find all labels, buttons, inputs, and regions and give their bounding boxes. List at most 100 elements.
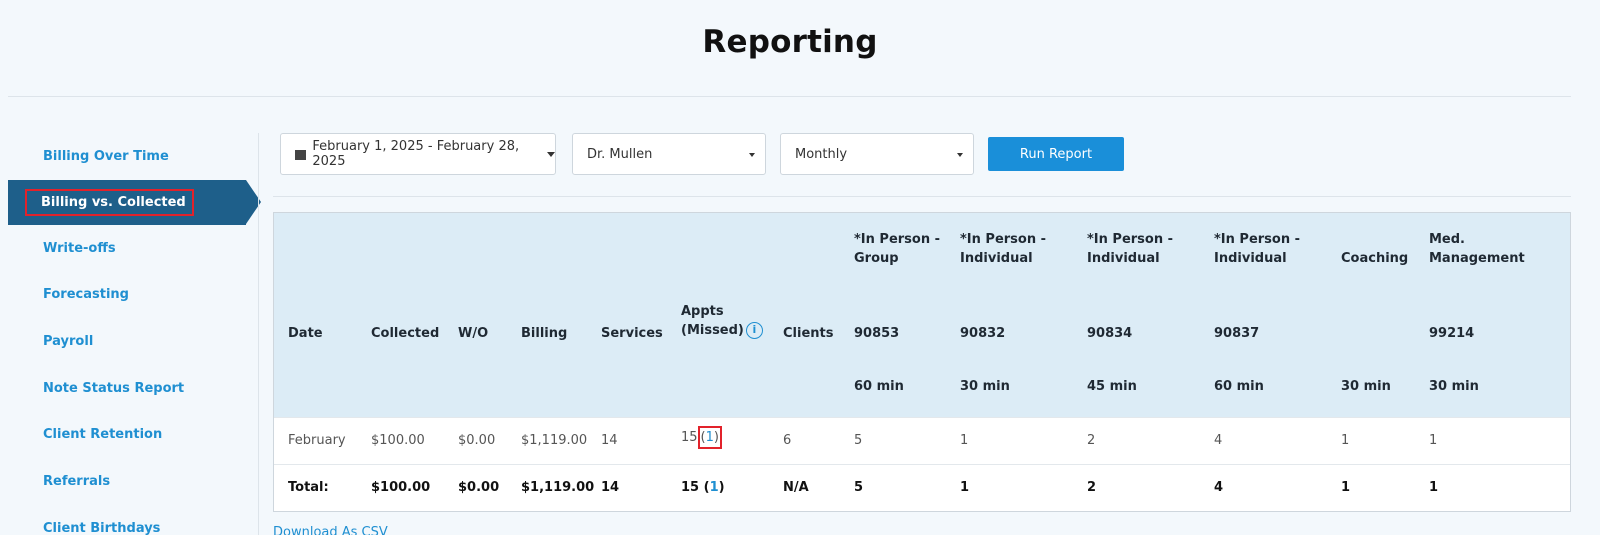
col-header-services: Services bbox=[601, 326, 663, 341]
table-row: February $100.00 $0.00 $1,119.00 14 15 (1… bbox=[274, 417, 1570, 464]
chevron-down-icon bbox=[957, 153, 963, 157]
cell-appts: 15 (1) bbox=[681, 426, 722, 449]
service-name-line1: *In Person - bbox=[854, 232, 941, 247]
cell-service: 2 bbox=[1087, 433, 1096, 448]
provider-value: Dr. Mullen bbox=[587, 146, 653, 162]
service-duration: 60 min bbox=[1214, 379, 1264, 394]
col-header-service-90853: *In Person - Group bbox=[854, 230, 940, 268]
cell-service: 5 bbox=[854, 433, 863, 448]
title-divider bbox=[8, 96, 1571, 97]
appts-count: 15 bbox=[681, 480, 700, 495]
service-code: 90853 bbox=[854, 326, 900, 341]
sidebar-item-write-offs[interactable]: Write-offs bbox=[8, 225, 260, 272]
service-name-line2: Individual bbox=[960, 251, 1033, 266]
cell-services: 14 bbox=[601, 433, 618, 448]
sidebar-item-billing-over-time[interactable]: Billing Over Time bbox=[8, 133, 260, 180]
sidebar-item-note-status-report[interactable]: Note Status Report bbox=[8, 365, 260, 412]
page-title: Reporting bbox=[702, 24, 878, 60]
cell-service: 4 bbox=[1214, 433, 1223, 448]
col-header-service-90834: *In Person - Individual bbox=[1087, 230, 1173, 268]
service-code: 90832 bbox=[960, 326, 1006, 341]
info-icon[interactable]: i bbox=[745, 322, 763, 339]
cell-clients: 6 bbox=[783, 433, 792, 448]
run-report-button[interactable]: Run Report bbox=[988, 137, 1124, 171]
service-name-line1: *In Person - bbox=[1214, 232, 1301, 247]
col-header-service-90832: *In Person - Individual bbox=[960, 230, 1046, 268]
sidebar-item-billing-vs-collected[interactable]: Billing vs. Collected bbox=[8, 179, 261, 225]
total-service: 4 bbox=[1214, 480, 1224, 495]
total-collected: $100.00 bbox=[371, 480, 431, 495]
sidebar-item-label: Billing Over Time bbox=[43, 148, 169, 164]
service-duration: 30 min bbox=[1341, 379, 1391, 394]
col-header-clients: Clients bbox=[783, 326, 834, 341]
cell-wo: $0.00 bbox=[458, 433, 496, 448]
sidebar-item-forecasting[interactable]: Forecasting bbox=[8, 271, 260, 318]
missed-count[interactable]: 1 bbox=[710, 480, 719, 495]
chevron-down-icon bbox=[749, 153, 755, 157]
service-name-line2: Individual bbox=[1087, 251, 1160, 266]
sidebar-item-label: Client Retention bbox=[43, 427, 163, 443]
period-value: Monthly bbox=[795, 146, 848, 162]
total-label: Total: bbox=[288, 480, 329, 495]
cell-service: 1 bbox=[1341, 433, 1350, 448]
service-name-line1: *In Person - bbox=[960, 232, 1047, 247]
sidebar-item-label: Note Status Report bbox=[43, 380, 185, 396]
table-header: Date Collected W/O Billing Services Appt… bbox=[274, 213, 1570, 417]
service-name-line2: Management bbox=[1429, 251, 1525, 266]
total-billing: $1,119.00 bbox=[521, 480, 595, 495]
service-name-line2: Group bbox=[854, 251, 899, 266]
period-select[interactable]: Monthly bbox=[780, 133, 974, 175]
col-header-service-99214: Med. Management bbox=[1429, 230, 1525, 268]
col-header-billing: Billing bbox=[521, 326, 568, 341]
sidebar-item-client-retention[interactable]: Client Retention bbox=[8, 411, 260, 458]
service-duration: 60 min bbox=[854, 379, 904, 394]
date-range-value: February 1, 2025 - February 28, 2025 bbox=[312, 139, 520, 169]
cell-date: February bbox=[288, 433, 346, 448]
missed-count: 1 bbox=[705, 430, 714, 445]
service-duration: 30 min bbox=[960, 379, 1010, 394]
download-csv-link[interactable]: Download As CSV bbox=[273, 525, 388, 535]
service-duration: 30 min bbox=[1429, 379, 1479, 394]
sidebar-item-label: Billing vs. Collected bbox=[25, 188, 194, 216]
missed-label: (Missed) bbox=[681, 323, 744, 338]
sidebar-item-client-birthdays[interactable]: Client Birthdays bbox=[8, 505, 260, 535]
missed-appts-link[interactable]: (1) bbox=[697, 426, 722, 449]
report-sidebar: Billing Over Time Billing vs. Collected … bbox=[8, 133, 261, 535]
report-table: Date Collected W/O Billing Services Appt… bbox=[273, 212, 1571, 512]
appts-missed-label: (Missed) i bbox=[681, 321, 763, 340]
sidebar-item-referrals[interactable]: Referrals bbox=[8, 458, 260, 505]
service-duration: 45 min bbox=[1087, 379, 1137, 394]
total-appts: 15 (1) bbox=[681, 480, 725, 495]
appts-label: Appts bbox=[681, 304, 724, 319]
col-header-wo: W/O bbox=[458, 326, 489, 341]
cell-service: 1 bbox=[960, 433, 969, 448]
sidebar-item-label: Payroll bbox=[43, 333, 94, 349]
col-header-date: Date bbox=[288, 326, 323, 341]
cell-collected: $100.00 bbox=[371, 433, 425, 448]
sidebar-divider bbox=[258, 133, 259, 535]
total-clients: N/A bbox=[783, 480, 809, 495]
date-range-picker[interactable]: February 1, 2025 - February 28, 2025 bbox=[280, 133, 556, 175]
sidebar-item-label: Referrals bbox=[43, 473, 111, 489]
sidebar-item-payroll[interactable]: Payroll bbox=[8, 318, 260, 365]
total-wo: $0.00 bbox=[458, 480, 500, 495]
service-name-line1: Med. bbox=[1429, 232, 1465, 247]
sidebar-item-label: Forecasting bbox=[43, 287, 129, 303]
service-code: 90834 bbox=[1087, 326, 1133, 341]
total-service: 1 bbox=[960, 480, 970, 495]
service-name-line1: *In Person - bbox=[1087, 232, 1174, 247]
col-header-service-90837: *In Person - Individual bbox=[1214, 230, 1300, 268]
cell-service: 1 bbox=[1429, 433, 1438, 448]
service-name-line2: Individual bbox=[1214, 251, 1287, 266]
provider-select[interactable]: Dr. Mullen bbox=[572, 133, 766, 175]
cell-billing: $1,119.00 bbox=[521, 433, 588, 448]
col-header-coaching: Coaching bbox=[1341, 251, 1409, 266]
total-service: 1 bbox=[1429, 480, 1439, 495]
sidebar-item-label: Write-offs bbox=[43, 240, 116, 256]
service-code: 99214 bbox=[1429, 326, 1475, 341]
sidebar-item-label: Client Birthdays bbox=[43, 520, 161, 535]
calendar-icon bbox=[295, 148, 306, 160]
total-service: 5 bbox=[854, 480, 864, 495]
appts-count: 15 bbox=[681, 430, 698, 445]
total-services: 14 bbox=[601, 480, 620, 495]
